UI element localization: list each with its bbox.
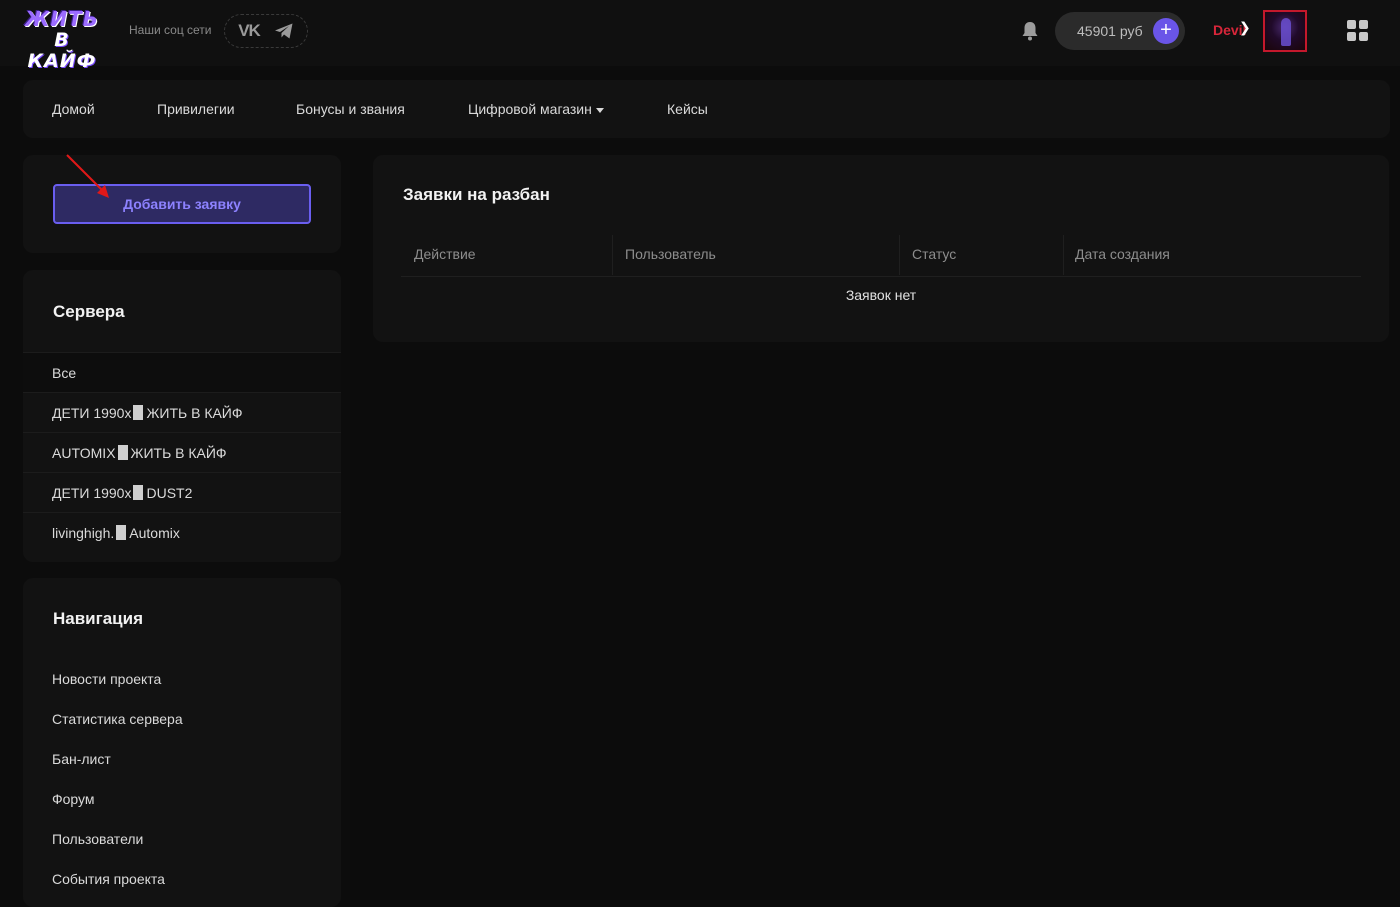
add-funds-button[interactable]: + [1153,18,1179,44]
server-name: livinghigh. [52,525,115,541]
unban-requests-card: Заявки на разбан Действие Пользователь С… [373,155,1389,342]
nav-link-stats[interactable]: Статистика сервера [52,711,183,727]
vk-icon[interactable]: VK [238,21,261,41]
nav-link-users[interactable]: Пользователи [52,831,143,847]
server-name-suffix: DUST2 [146,485,193,501]
servers-title: Сервера [53,302,125,321]
separator-block [117,445,128,460]
nav-privileges[interactable]: Привилегии [157,101,235,117]
nav-link-events[interactable]: События проекта [52,871,165,887]
nav-link-forum[interactable]: Форум [52,791,95,807]
server-item[interactable]: AUTOMIX ЖИТЬ В КАЙФ [23,432,341,472]
server-name-suffix: Automix [129,525,180,541]
main-nav: Домой Привилегии Бонусы и звания Цифрово… [23,80,1390,138]
server-name: ДЕТИ 1990x [52,405,132,421]
server-item[interactable]: livinghigh. Automix [23,512,341,552]
social-label: Наши соц сети [129,23,212,37]
empty-state-text: Заявок нет [845,287,917,303]
server-name: ДЕТИ 1990x [52,485,132,501]
navigation-card: Навигация Новости проекта Статистика сер… [23,578,341,907]
nav-home[interactable]: Домой [52,101,95,117]
column-divider [899,235,900,275]
nav-digital-store-label: Цифровой магазин [468,101,592,117]
chevron-down-icon [595,107,604,113]
logo-line-2: В КАЙФ [27,29,97,72]
column-divider [1063,235,1064,275]
red-arrow-annotation [66,154,109,198]
server-name-suffix: ЖИТЬ В КАЙФ [146,405,243,421]
site-logo[interactable]: ЖИТЬ В КАЙФ [24,7,100,72]
top-header: ЖИТЬ В КАЙФ Наши соц сети VK 45901 руб +… [0,0,1400,72]
bell-icon[interactable] [1020,20,1040,42]
column-divider [612,235,613,275]
server-item[interactable]: ДЕТИ 1990x ЖИТЬ В КАЙФ [23,392,341,432]
servers-card: Сервера Все ДЕТИ 1990x ЖИТЬ В КАЙФ AUTOMI… [23,270,341,562]
navigation-title: Навигация [53,609,143,628]
separator-block [133,485,144,500]
server-name: Все [52,365,77,381]
column-header-created: Дата создания [1075,246,1170,262]
table-header-divider [401,276,1361,277]
logo-line-1: ЖИТЬ [24,7,100,31]
nav-digital-store[interactable]: Цифровой магазин [468,101,604,117]
avatar[interactable] [1263,10,1307,52]
nav-bonuses[interactable]: Бонусы и звания [296,101,405,117]
social-links: VK [224,14,308,48]
server-item-all[interactable]: Все [23,352,341,392]
server-name-suffix: ЖИТЬ В КАЙФ [130,445,227,461]
page-title: Заявки на разбан [403,185,550,204]
balance-amount: 45901 руб [1077,23,1143,39]
avatar-figure [1281,18,1291,46]
separator-block [116,525,127,540]
column-header-user: Пользователь [625,246,716,262]
nav-cases[interactable]: Кейсы [667,101,708,117]
apps-grid-icon[interactable] [1347,20,1369,42]
nav-link-banlist[interactable]: Бан-лист [52,751,111,767]
column-header-action: Действие [414,246,476,262]
nickname-arrow-icon: ❯ [1239,19,1251,35]
balance-pill[interactable]: 45901 руб + [1055,12,1185,50]
telegram-icon[interactable] [274,22,294,40]
separator-block [133,405,144,420]
server-name: AUTOMIX [52,445,116,461]
column-header-status: Статус [912,246,957,262]
server-item[interactable]: ДЕТИ 1990x DUST2 [23,472,341,512]
nav-link-news[interactable]: Новости проекта [52,671,161,687]
